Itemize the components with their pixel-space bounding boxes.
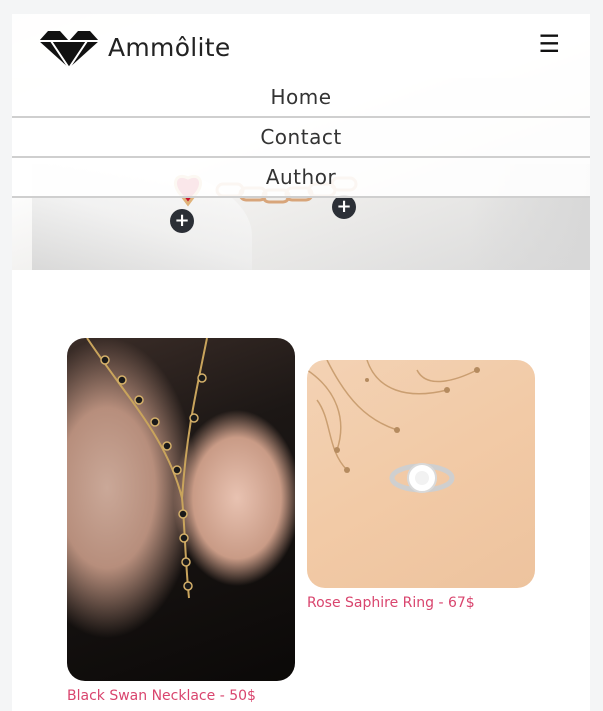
site-header: Ammôlite ☰ (12, 14, 590, 78)
hamburger-icon: ☰ (538, 30, 560, 58)
nav-item-contact[interactable]: Contact (12, 118, 590, 158)
product-image[interactable] (67, 338, 295, 681)
diamond-icon (39, 31, 99, 69)
necklace-graphic (86, 338, 208, 599)
brand-name: Ammôlite (108, 32, 231, 62)
nav-item-author[interactable]: Author (12, 158, 590, 198)
product-label[interactable]: Black Swan Necklace - 50$ (67, 688, 295, 704)
plus-icon: + (174, 210, 190, 231)
nav-menu: Home Contact Author (12, 78, 590, 198)
hotspot-plus-button[interactable]: + (170, 209, 194, 233)
hotspot-plus-button[interactable]: + (332, 195, 356, 219)
page-viewport: + + Ammôlite ☰ Home Contact Author Black… (12, 14, 590, 711)
brand-logo[interactable]: Ammôlite (38, 25, 231, 69)
product-label[interactable]: Rose Saphire Ring - 67$ (307, 595, 535, 611)
product-card[interactable]: Rose Saphire Ring - 67$ (307, 360, 535, 611)
product-image[interactable] (307, 360, 535, 588)
product-card[interactable]: Black Swan Necklace - 50$ (67, 338, 295, 704)
nav-item-home[interactable]: Home (12, 78, 590, 118)
ring-graphic (307, 360, 480, 493)
menu-toggle-button[interactable]: ☰ (538, 30, 560, 58)
plus-icon: + (336, 196, 352, 217)
